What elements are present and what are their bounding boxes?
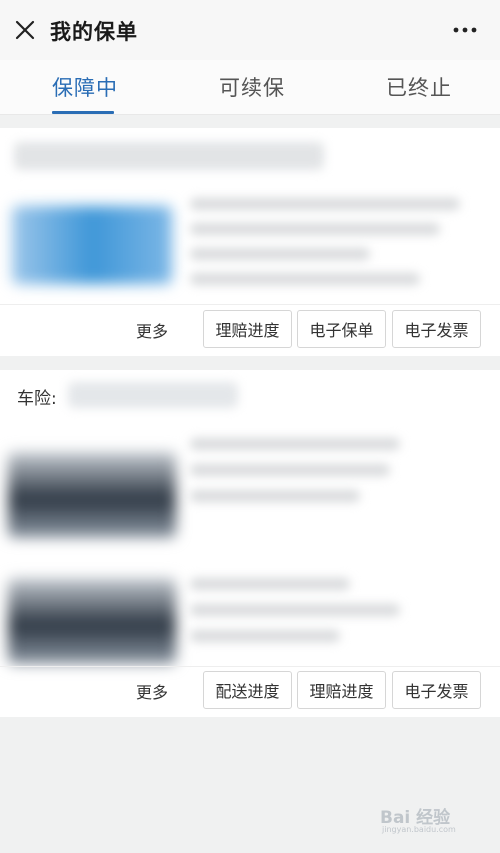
- more-link[interactable]: 更多: [136, 318, 168, 342]
- blurred-text: [190, 464, 390, 476]
- divider: [0, 666, 500, 667]
- delivery-progress-button[interactable]: 配送进度: [203, 671, 292, 709]
- blurred-title: [68, 382, 238, 408]
- e-invoice-button[interactable]: 电子发票: [392, 671, 481, 709]
- blurred-car-image: [8, 452, 176, 538]
- blurred-product-image: [12, 206, 172, 284]
- blurred-text: [190, 604, 400, 616]
- policy-actions: 更多 配送进度 理赔进度 电子发票: [0, 669, 500, 715]
- blurred-text: [190, 490, 360, 502]
- tab-terminated[interactable]: 已终止: [386, 72, 452, 102]
- page-title: 我的保单: [50, 20, 138, 44]
- close-icon[interactable]: [14, 19, 36, 41]
- blurred-text: [190, 198, 460, 210]
- policy-card[interactable]: 车险: 更多 配送进度 理赔进度 电子发票: [0, 370, 500, 717]
- claim-progress-button[interactable]: 理赔进度: [297, 671, 386, 709]
- blurred-title: [14, 142, 324, 170]
- divider: [0, 304, 500, 305]
- e-policy-button[interactable]: 电子保单: [297, 310, 386, 348]
- e-invoice-button[interactable]: 电子发票: [392, 310, 481, 348]
- more-dots-icon[interactable]: [452, 20, 478, 40]
- blurred-car-image: [8, 578, 176, 664]
- policy-type-label: 车险:: [17, 389, 57, 409]
- tab-active-indicator: [52, 111, 114, 114]
- tab-bar: 保障中 可续保 已终止: [0, 60, 500, 115]
- tab-renewable[interactable]: 可续保: [219, 72, 285, 102]
- watermark-url: jingyan.baidu.com: [382, 825, 456, 834]
- policy-actions: 更多 理赔进度 电子保单 电子发票: [0, 308, 500, 354]
- blurred-text: [190, 578, 350, 590]
- blurred-text: [190, 223, 440, 235]
- blurred-text: [190, 273, 420, 285]
- blurred-text: [190, 438, 400, 450]
- baidu-jingyan-watermark: Bai 经验 jingyan.baidu.com: [380, 797, 490, 837]
- claim-progress-button[interactable]: 理赔进度: [203, 310, 292, 348]
- more-link[interactable]: 更多: [136, 679, 168, 703]
- app-header: 我的保单: [0, 0, 500, 60]
- blurred-text: [190, 630, 340, 642]
- tab-active[interactable]: 保障中: [52, 72, 118, 102]
- policy-card[interactable]: 更多 理赔进度 电子保单 电子发票: [0, 128, 500, 356]
- blurred-text: [190, 248, 370, 260]
